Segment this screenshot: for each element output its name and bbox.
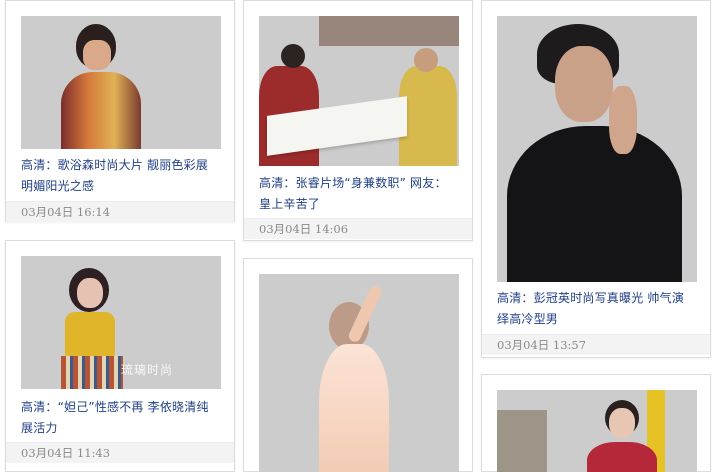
figure-face xyxy=(609,408,635,438)
gallery-card[interactable] xyxy=(243,258,473,472)
card-title[interactable]: 高清：“妲己”性感不再 李依晓清纯展活力 xyxy=(21,397,219,439)
figure-face xyxy=(77,278,103,308)
building-roof xyxy=(319,16,459,46)
thumbnail-image[interactable] xyxy=(497,390,697,472)
building xyxy=(497,410,547,472)
gallery-card[interactable]: 琉璃时尚 高清：“妲己”性感不再 李依晓清纯展活力 03月04日 11:43 xyxy=(5,240,235,472)
figure-top xyxy=(65,312,115,362)
card-title[interactable]: 高清：歌浴森时尚大片 靓丽色彩展明媚阳光之感 xyxy=(21,155,219,197)
figure-right-head xyxy=(414,48,438,72)
card-title[interactable]: 高清：彭冠英时尚写真曝光 帅气演绎高冷型男 xyxy=(497,288,695,330)
figure-skirt xyxy=(61,356,123,389)
gallery-card[interactable]: 高清：歌浴森时尚大片 靓丽色彩展明媚阳光之感 03月04日 16:14 xyxy=(5,0,235,222)
thumbnail-image[interactable] xyxy=(259,274,459,472)
figure-hands xyxy=(609,86,637,154)
figure-body xyxy=(587,442,657,472)
gallery-card[interactable]: 高清：彭冠英时尚写真曝光 帅气演绎高冷型男 03月04日 13:57 xyxy=(481,0,711,358)
photo-watermark: 琉璃时尚 xyxy=(121,363,174,377)
figure-body xyxy=(61,72,141,149)
thumbnail-image[interactable] xyxy=(259,16,459,166)
thumbnail-image[interactable]: 琉璃时尚 xyxy=(21,256,221,389)
card-date: 03月04日 11:43 xyxy=(6,442,234,463)
figure-face xyxy=(83,40,111,70)
card-date: 03月04日 13:57 xyxy=(482,334,710,355)
figure-face xyxy=(555,46,613,122)
gallery-card[interactable] xyxy=(481,374,711,472)
figure-body xyxy=(507,126,682,282)
figure-dress xyxy=(319,344,389,472)
figure-right xyxy=(399,66,457,166)
thumbnail-image[interactable] xyxy=(497,16,697,282)
thumbnail-image[interactable] xyxy=(21,16,221,149)
card-date: 03月04日 16:14 xyxy=(6,201,234,222)
photo-gallery-grid: 高清：歌浴森时尚大片 靓丽色彩展明媚阳光之感 03月04日 16:14 高清：张… xyxy=(0,0,718,472)
gallery-card[interactable]: 高清：张睿片场“身兼数职” 网友：皇上辛苦了 03月04日 14:06 xyxy=(243,0,473,241)
figure-left-head xyxy=(281,44,305,68)
card-date: 03月04日 14:06 xyxy=(244,218,472,239)
card-title[interactable]: 高清：张睿片场“身兼数职” 网友：皇上辛苦了 xyxy=(259,173,457,215)
